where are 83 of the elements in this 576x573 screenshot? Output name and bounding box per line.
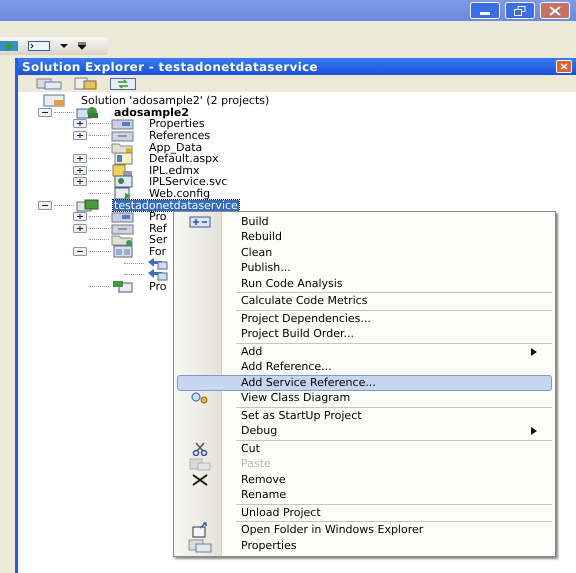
tree-item[interactable]: IPL.edmx — [148, 164, 200, 176]
close-button[interactable] — [556, 60, 572, 73]
menu-item[interactable]: Unload Project — [177, 505, 552, 520]
menu-item[interactable]: Clean — [177, 245, 552, 260]
menu-item[interactable]: Publish... — [177, 260, 552, 276]
overflow-icon[interactable] — [78, 42, 86, 50]
restore-icon — [514, 6, 526, 16]
build-icon — [188, 214, 210, 229]
tree-item[interactable]: testadonetdataservice — [113, 200, 239, 211]
menu-item[interactable]: Remove — [177, 472, 552, 488]
properties-icon — [188, 538, 212, 553]
tree-item[interactable]: Pro — [148, 280, 168, 292]
scissors-icon — [192, 442, 208, 456]
form-item-icon — [146, 256, 170, 270]
minimize-icon — [480, 12, 490, 15]
menu-item[interactable]: Run Code Analysis — [177, 276, 552, 292]
menu-item[interactable]: Properties — [177, 538, 552, 554]
project-icon — [76, 198, 100, 212]
menu-item[interactable]: Add Reference... — [177, 360, 552, 375]
expand-icon[interactable] — [73, 224, 87, 233]
code-file-icon — [111, 280, 135, 293]
menu-item[interactable]: Set as StartUp Project — [177, 408, 552, 424]
tree-item[interactable]: Pro — [148, 211, 168, 222]
menu-item[interactable]: View Class Diagram — [177, 390, 552, 406]
expand-icon[interactable] — [73, 131, 87, 140]
form-icon — [111, 245, 135, 258]
dropdown-caret-icon[interactable] — [60, 44, 68, 48]
panel-title: Solution Explorer - testadonetdataservice — [22, 58, 318, 76]
menu-item[interactable]: Add Service Reference... — [177, 375, 552, 390]
show-all-files-icon[interactable] — [36, 78, 62, 90]
folder-icon — [190, 522, 208, 538]
minimize-button[interactable] — [470, 2, 500, 19]
references-folder-icon — [111, 222, 135, 235]
menu-item[interactable]: Debug — [177, 424, 552, 439]
menu-item[interactable]: Calculate Code Metrics — [177, 294, 552, 309]
menu-item[interactable]: Add — [177, 344, 552, 360]
menu-item[interactable]: Project Dependencies... — [177, 311, 552, 326]
properties-folder-icon — [111, 210, 135, 224]
submenu-arrow-icon — [531, 427, 537, 436]
diagram-icon — [188, 391, 210, 406]
expand-icon[interactable] — [73, 212, 87, 222]
close-icon — [549, 6, 561, 16]
tree-item[interactable]: App_Data — [148, 142, 204, 153]
paste-icon — [188, 457, 210, 472]
close-icon — [190, 474, 208, 486]
collapse-icon[interactable] — [38, 108, 52, 117]
tree-item[interactable]: adosample2 — [113, 106, 190, 118]
expand-icon[interactable] — [73, 177, 87, 186]
menu-item[interactable]: Project Build Order... — [177, 326, 552, 342]
model-icon — [111, 164, 135, 177]
references-folder-icon — [111, 129, 135, 142]
submenu-arrow-icon — [531, 348, 537, 356]
menu-item[interactable]: Cut — [177, 441, 552, 456]
restore-button[interactable] — [505, 2, 535, 19]
tree-item[interactable]: Solution 'adosample2' (2 projects) — [80, 95, 270, 106]
tree-item[interactable]: Default.aspx — [148, 153, 220, 164]
properties-icon[interactable] — [74, 77, 98, 90]
close-button[interactable] — [540, 2, 570, 19]
expand-icon[interactable] — [73, 119, 87, 128]
expand-icon[interactable] — [73, 166, 87, 175]
tree-item[interactable]: IPLService.svc — [148, 176, 228, 188]
expand-icon[interactable] — [73, 154, 87, 164]
refresh-icon[interactable] — [110, 78, 136, 90]
tree-item[interactable]: For — [148, 246, 168, 258]
tree-item[interactable]: Ref — [148, 222, 168, 234]
web-project-icon — [76, 106, 100, 119]
menu-item[interactable]: Rename — [177, 488, 552, 503]
close-icon — [560, 63, 568, 70]
properties-folder-icon — [111, 117, 135, 130]
folder-icon — [111, 140, 135, 154]
tree-item[interactable]: Properties — [148, 118, 206, 130]
tree-item[interactable]: Ser — [148, 234, 168, 246]
menu-item[interactable]: Open Folder in Windows Explorer — [177, 522, 552, 538]
collapse-icon[interactable] — [73, 247, 87, 256]
folder-icon — [111, 233, 135, 246]
tree-item[interactable]: References — [148, 130, 212, 142]
console-icon[interactable] — [28, 41, 50, 51]
solution-icon — [43, 94, 67, 108]
menu-item[interactable]: Build — [177, 214, 552, 230]
tree-item[interactable]: Web.config — [148, 188, 212, 200]
menu-item[interactable]: Rebuild — [177, 230, 552, 245]
collapse-icon[interactable] — [38, 200, 52, 210]
form-item-icon — [146, 268, 170, 282]
